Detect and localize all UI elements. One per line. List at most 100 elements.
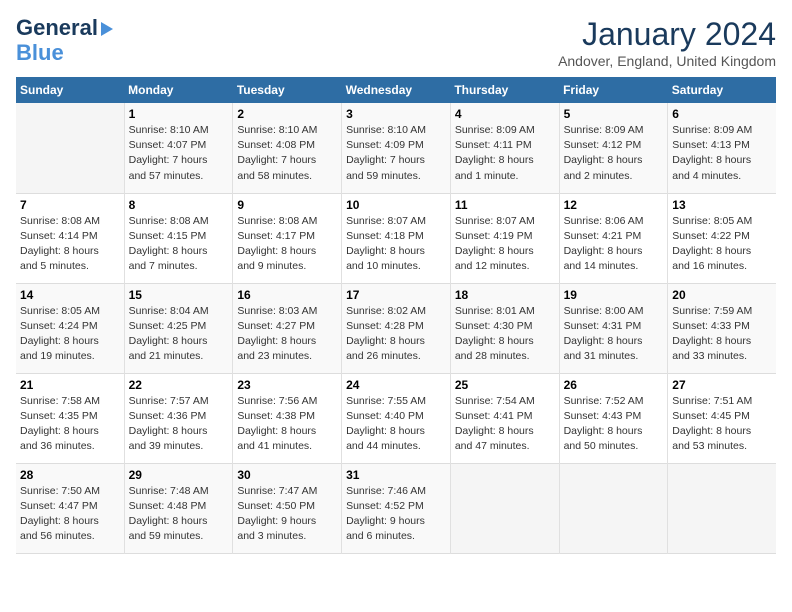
day-info: Sunrise: 8:09 AMSunset: 4:12 PMDaylight:… <box>564 123 664 184</box>
day-info: Sunrise: 7:55 AMSunset: 4:40 PMDaylight:… <box>346 394 446 455</box>
day-number: 21 <box>20 378 120 392</box>
calendar-cell: 6 Sunrise: 8:09 AMSunset: 4:13 PMDaylight… <box>668 103 776 193</box>
day-info: Sunrise: 8:07 AMSunset: 4:19 PMDaylight:… <box>455 214 555 275</box>
day-info: Sunrise: 8:01 AMSunset: 4:30 PMDaylight:… <box>455 304 555 365</box>
day-number: 2 <box>237 107 337 121</box>
logo-blue: Blue <box>16 40 64 65</box>
logo: General Blue <box>16 16 113 66</box>
day-info: Sunrise: 8:05 AMSunset: 4:22 PMDaylight:… <box>672 214 772 275</box>
day-number: 1 <box>129 107 229 121</box>
calendar-week-4: 21 Sunrise: 7:58 AMSunset: 4:35 PMDayligh… <box>16 373 776 463</box>
day-header-wednesday: Wednesday <box>342 77 451 103</box>
calendar-cell: 24 Sunrise: 7:55 AMSunset: 4:40 PMDayligh… <box>342 373 451 463</box>
calendar-header: SundayMondayTuesdayWednesdayThursdayFrid… <box>16 77 776 103</box>
day-info: Sunrise: 8:09 AMSunset: 4:11 PMDaylight:… <box>455 123 555 184</box>
day-info: Sunrise: 8:10 AMSunset: 4:07 PMDaylight:… <box>129 123 229 184</box>
calendar-cell <box>668 463 776 553</box>
calendar-cell: 17Sunrise: 8:02 AMSunset: 4:28 PMDayligh… <box>342 283 451 373</box>
calendar-cell: 13 Sunrise: 8:05 AMSunset: 4:22 PMDayligh… <box>668 193 776 283</box>
calendar-week-5: 28 Sunrise: 7:50 AMSunset: 4:47 PMDayligh… <box>16 463 776 553</box>
day-number: 23 <box>237 378 337 392</box>
day-number: 7 <box>20 198 120 212</box>
calendar-cell: 11 Sunrise: 8:07 AMSunset: 4:19 PMDayligh… <box>450 193 559 283</box>
calendar-cell: 8 Sunrise: 8:08 AMSunset: 4:15 PMDaylight… <box>124 193 233 283</box>
calendar-cell <box>559 463 668 553</box>
calendar-week-2: 7 Sunrise: 8:08 AMSunset: 4:14 PMDaylight… <box>16 193 776 283</box>
day-number: 6 <box>672 107 772 121</box>
calendar-cell: 16 Sunrise: 8:03 AMSunset: 4:27 PMDayligh… <box>233 283 342 373</box>
calendar-cell <box>16 103 124 193</box>
day-number: 24 <box>346 378 446 392</box>
day-number: 31 <box>346 468 446 482</box>
day-number: 25 <box>455 378 555 392</box>
calendar-cell: 18 Sunrise: 8:01 AMSunset: 4:30 PMDayligh… <box>450 283 559 373</box>
day-info: Sunrise: 7:50 AMSunset: 4:47 PMDaylight:… <box>20 484 120 545</box>
day-header-tuesday: Tuesday <box>233 77 342 103</box>
calendar-cell: 25Sunrise: 7:54 AMSunset: 4:41 PMDayligh… <box>450 373 559 463</box>
day-number: 10 <box>346 198 446 212</box>
day-info: Sunrise: 7:48 AMSunset: 4:48 PMDaylight:… <box>129 484 229 545</box>
day-number: 16 <box>237 288 337 302</box>
day-number: 19 <box>564 288 664 302</box>
day-number: 30 <box>237 468 337 482</box>
calendar-cell: 30 Sunrise: 7:47 AMSunset: 4:50 PMDayligh… <box>233 463 342 553</box>
calendar-cell: 5 Sunrise: 8:09 AMSunset: 4:12 PMDaylight… <box>559 103 668 193</box>
calendar-cell: 22 Sunrise: 7:57 AMSunset: 4:36 PMDayligh… <box>124 373 233 463</box>
calendar-cell: 31 Sunrise: 7:46 AMSunset: 4:52 PMDayligh… <box>342 463 451 553</box>
calendar-cell: 20Sunrise: 7:59 AMSunset: 4:33 PMDayligh… <box>668 283 776 373</box>
calendar-week-3: 14 Sunrise: 8:05 AMSunset: 4:24 PMDayligh… <box>16 283 776 373</box>
day-number: 28 <box>20 468 120 482</box>
calendar-cell: 2 Sunrise: 8:10 AMSunset: 4:08 PMDaylight… <box>233 103 342 193</box>
day-number: 18 <box>455 288 555 302</box>
logo-general: General <box>16 15 98 40</box>
calendar-week-1: 1 Sunrise: 8:10 AMSunset: 4:07 PMDaylight… <box>16 103 776 193</box>
day-header-monday: Monday <box>124 77 233 103</box>
day-info: Sunrise: 7:57 AMSunset: 4:36 PMDaylight:… <box>129 394 229 455</box>
day-info: Sunrise: 7:47 AMSunset: 4:50 PMDaylight:… <box>237 484 337 545</box>
calendar-cell: 28 Sunrise: 7:50 AMSunset: 4:47 PMDayligh… <box>16 463 124 553</box>
calendar-body: 1 Sunrise: 8:10 AMSunset: 4:07 PMDaylight… <box>16 103 776 553</box>
header-row: SundayMondayTuesdayWednesdayThursdayFrid… <box>16 77 776 103</box>
calendar-cell: 23 Sunrise: 7:56 AMSunset: 4:38 PMDayligh… <box>233 373 342 463</box>
day-info: Sunrise: 8:00 AMSunset: 4:31 PMDaylight:… <box>564 304 664 365</box>
day-number: 5 <box>564 107 664 121</box>
location-subtitle: Andover, England, United Kingdom <box>558 53 776 69</box>
day-info: Sunrise: 8:05 AMSunset: 4:24 PMDaylight:… <box>20 304 120 365</box>
calendar-cell: 15Sunrise: 8:04 AMSunset: 4:25 PMDayligh… <box>124 283 233 373</box>
day-number: 13 <box>672 198 772 212</box>
day-info: Sunrise: 8:03 AMSunset: 4:27 PMDaylight:… <box>237 304 337 365</box>
day-number: 26 <box>564 378 664 392</box>
title-area: January 2024 Andover, England, United Ki… <box>558 16 776 69</box>
day-info: Sunrise: 7:58 AMSunset: 4:35 PMDaylight:… <box>20 394 120 455</box>
calendar-cell: 10Sunrise: 8:07 AMSunset: 4:18 PMDayligh… <box>342 193 451 283</box>
day-number: 3 <box>346 107 446 121</box>
logo-text: General <box>16 16 113 40</box>
header: General Blue January 2024 Andover, Engla… <box>16 16 776 69</box>
day-info: Sunrise: 8:09 AMSunset: 4:13 PMDaylight:… <box>672 123 772 184</box>
day-info: Sunrise: 8:08 AMSunset: 4:17 PMDaylight:… <box>237 214 337 275</box>
calendar-cell <box>450 463 559 553</box>
day-info: Sunrise: 7:59 AMSunset: 4:33 PMDaylight:… <box>672 304 772 365</box>
day-info: Sunrise: 8:08 AMSunset: 4:15 PMDaylight:… <box>129 214 229 275</box>
day-info: Sunrise: 8:10 AMSunset: 4:08 PMDaylight:… <box>237 123 337 184</box>
day-info: Sunrise: 8:02 AMSunset: 4:28 PMDaylight:… <box>346 304 446 365</box>
day-info: Sunrise: 8:04 AMSunset: 4:25 PMDaylight:… <box>129 304 229 365</box>
calendar-cell: 1 Sunrise: 8:10 AMSunset: 4:07 PMDaylight… <box>124 103 233 193</box>
day-number: 14 <box>20 288 120 302</box>
day-number: 12 <box>564 198 664 212</box>
day-number: 27 <box>672 378 772 392</box>
day-number: 8 <box>129 198 229 212</box>
day-header-friday: Friday <box>559 77 668 103</box>
day-number: 9 <box>237 198 337 212</box>
calendar-cell: 12 Sunrise: 8:06 AMSunset: 4:21 PMDayligh… <box>559 193 668 283</box>
day-info: Sunrise: 8:08 AMSunset: 4:14 PMDaylight:… <box>20 214 120 275</box>
day-header-thursday: Thursday <box>450 77 559 103</box>
day-number: 22 <box>129 378 229 392</box>
calendar-table: SundayMondayTuesdayWednesdayThursdayFrid… <box>16 77 776 554</box>
day-info: Sunrise: 7:46 AMSunset: 4:52 PMDaylight:… <box>346 484 446 545</box>
calendar-cell: 21 Sunrise: 7:58 AMSunset: 4:35 PMDayligh… <box>16 373 124 463</box>
day-info: Sunrise: 7:56 AMSunset: 4:38 PMDaylight:… <box>237 394 337 455</box>
day-info: Sunrise: 8:06 AMSunset: 4:21 PMDaylight:… <box>564 214 664 275</box>
calendar-cell: 19 Sunrise: 8:00 AMSunset: 4:31 PMDayligh… <box>559 283 668 373</box>
day-number: 11 <box>455 198 555 212</box>
